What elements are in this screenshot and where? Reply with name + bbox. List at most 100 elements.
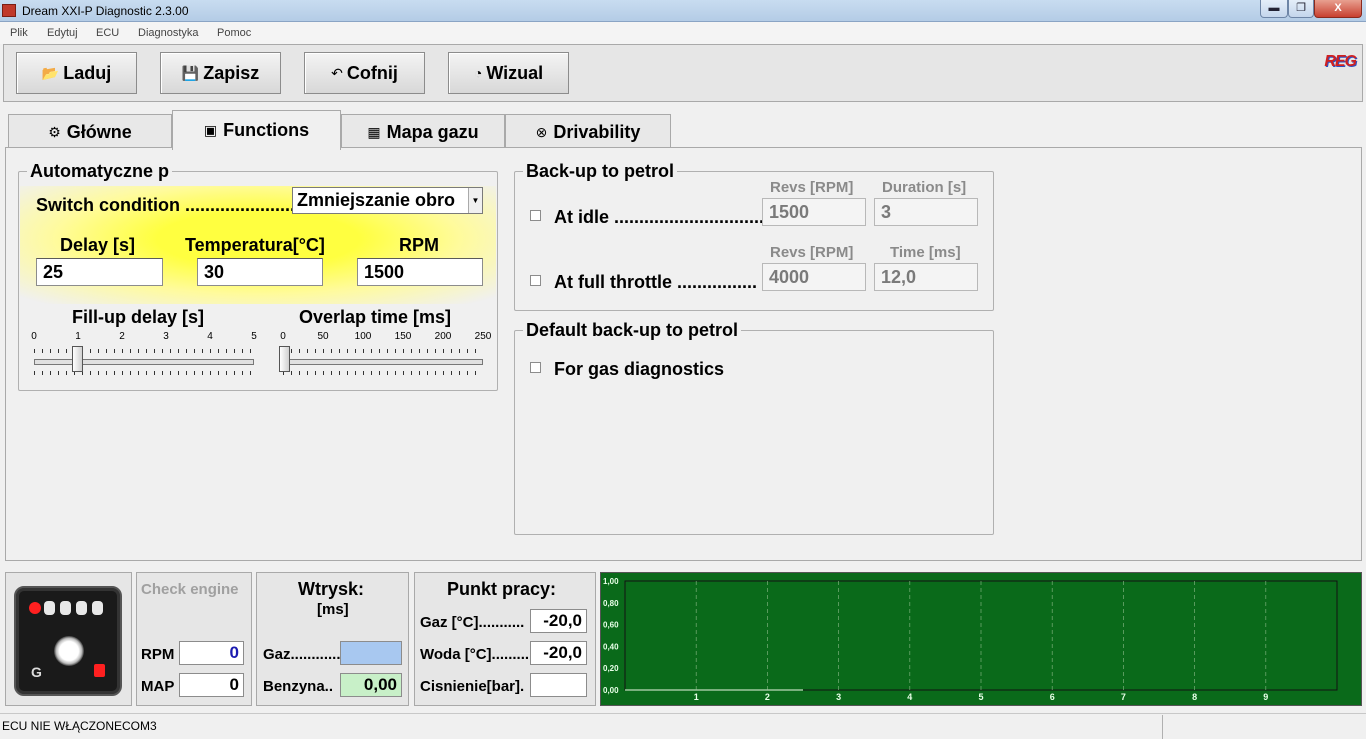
close-button[interactable]: X	[1314, 0, 1362, 18]
pressure-label: Cisnienie[bar].	[420, 678, 525, 695]
temperature-label: Temperatura[°C]	[185, 235, 325, 255]
at-idle-checkbox[interactable]	[530, 210, 541, 221]
group-title: Default back-up to petrol	[523, 320, 742, 341]
chevron-down-icon[interactable]: ▼	[468, 188, 482, 213]
injection-title: Wtrysk:	[298, 579, 365, 599]
full-throttle-checkbox[interactable]	[530, 275, 541, 286]
scale-label: 250	[474, 331, 492, 342]
overlap-time-slider[interactable]: 0 50 100 150 200 250	[279, 331, 491, 381]
y-tick-label: 0,80	[603, 599, 619, 608]
chip-icon: ▣	[203, 122, 218, 138]
switch-button-icon[interactable]	[54, 636, 84, 666]
gas-temp-field: -20,0	[530, 609, 587, 633]
rpm-status-field: 0	[179, 641, 244, 665]
slider-track	[34, 359, 254, 365]
gear-icon: ⚙	[48, 124, 61, 140]
scale-label: 2	[119, 331, 125, 342]
app-icon	[2, 4, 16, 17]
switch-condition-select[interactable]: Zmniejszanie obro ▼	[292, 187, 483, 214]
delay-label: Delay [s]	[60, 235, 136, 255]
window-title: Dream XXI-P Diagnostic 2.3.00	[22, 4, 189, 18]
idle-revs-field[interactable]: 1500	[762, 198, 866, 226]
gas-temp-label: Gaz [°C]...........	[420, 614, 525, 631]
gas-letter: G	[31, 664, 42, 680]
menu-pomoc[interactable]: Pomoc	[217, 27, 251, 39]
x-tick-label: 3	[836, 692, 841, 702]
scale-label: 1	[75, 331, 81, 342]
live-chart: 1 2 3 4 5 6 7 8 9 0,00 0,20 0,40 0,60 0,80 1,00	[600, 572, 1362, 706]
injection-unit: [ms]	[317, 601, 349, 618]
undo-icon: ↶	[331, 64, 343, 81]
tab-mapa-gazu[interactable]: ▦ Mapa gazu	[341, 114, 505, 150]
status-bar: ECU NIE WŁĄCZONECOM3	[0, 713, 1366, 739]
water-temp-label: Woda [°C].........	[420, 646, 530, 663]
water-temp-field: -20,0	[530, 641, 587, 665]
scale-label: 50	[317, 331, 329, 342]
full-time-field[interactable]: 12,0	[874, 263, 978, 291]
brand-logo: REG	[1324, 53, 1357, 70]
temperature-field[interactable]: 30	[197, 258, 323, 286]
menu-plik[interactable]: Plik	[10, 27, 28, 39]
delay-field[interactable]: 25	[36, 258, 163, 286]
x-tick-label: 7	[1121, 692, 1126, 702]
check-engine-label: Check engine	[141, 581, 239, 598]
scale-label: 3	[163, 331, 169, 342]
scale-label: 4	[207, 331, 213, 342]
petrol-injection-label: Benzyna..	[263, 678, 334, 695]
led-icon	[60, 601, 71, 615]
gas-diagnostics-checkbox[interactable]	[530, 362, 541, 373]
fill-up-delay-slider[interactable]: 0 1 2 3 4 5	[31, 331, 257, 381]
undo-button[interactable]: ↶ Cofnij	[304, 52, 425, 94]
y-tick-label: 1,00	[603, 577, 619, 586]
title-bar: Dream XXI-P Diagnostic 2.3.00 ▬ ❐ X	[0, 0, 1366, 22]
rpm-field[interactable]: 1500	[357, 258, 483, 286]
x-tick-label: 8	[1192, 692, 1197, 702]
x-tick-label: 6	[1050, 692, 1055, 702]
tab-strip: ⚙ Główne ▣ Functions ▦ Mapa gazu ⊗ Drivabili…	[8, 110, 1208, 150]
slider-track	[283, 359, 483, 365]
grid-icon: ▦	[367, 124, 381, 140]
x-tick-label: 5	[978, 692, 983, 702]
folder-icon: 📂	[41, 64, 60, 81]
load-button[interactable]: 📂 Laduj	[16, 52, 137, 94]
fill-scale: 0 1 2 3 4 5	[31, 331, 257, 343]
status-separator	[1162, 715, 1163, 739]
tab-drivability[interactable]: ⊗ Drivability	[505, 114, 671, 150]
full-revs-header: Revs [RPM]	[770, 244, 854, 261]
menu-diagnostyka[interactable]: Diagnostyka	[138, 27, 199, 39]
pressure-field	[530, 673, 587, 697]
overlap-scale: 0 50 100 150 200 250	[280, 331, 491, 343]
full-time-header: Time [ms]	[890, 244, 961, 261]
map-status-label: MAP	[141, 678, 175, 695]
slider-thumb[interactable]	[72, 346, 83, 372]
wheel-icon: ⊗	[535, 124, 548, 140]
idle-duration-field[interactable]: 3	[874, 198, 978, 226]
y-tick-label: 0,00	[603, 686, 619, 695]
scale-label: 0	[280, 331, 286, 342]
scale-label: 5	[251, 331, 257, 342]
led-icon	[44, 601, 55, 615]
tab-functions[interactable]: ▣ Functions	[172, 110, 341, 150]
group-title: Automatyczne p	[27, 161, 173, 182]
chart-svg: 1 2 3 4 5 6 7 8 9 0,00 0,20 0,40 0,60 0,80 1,00	[603, 577, 1338, 702]
full-revs-field[interactable]: 4000	[762, 263, 866, 291]
menu-edytuj[interactable]: Edytuj	[47, 27, 78, 39]
minimize-button[interactable]: ▬	[1260, 0, 1288, 18]
save-button[interactable]: 💾 Zapisz	[160, 52, 281, 94]
x-tick-label: 4	[907, 692, 912, 702]
group-title: Back-up to petrol	[523, 161, 678, 182]
idle-revs-header: Revs [RPM]	[770, 179, 854, 196]
visual-button[interactable]: ◔ Wizual	[448, 52, 569, 94]
scale-label: 0	[31, 331, 37, 342]
overlap-time-label: Overlap time [ms]	[299, 307, 452, 327]
map-status-field: 0	[179, 673, 244, 697]
fuel-pump-icon	[94, 664, 105, 677]
slider-thumb[interactable]	[279, 346, 290, 372]
menu-ecu[interactable]: ECU	[96, 27, 119, 39]
gauge-icon: ◔	[473, 65, 483, 81]
scale-label: 150	[394, 331, 412, 342]
idle-duration-header: Duration [s]	[882, 179, 967, 196]
status-text: ECU NIE WŁĄCZONECOM3	[2, 719, 157, 733]
tab-glowne[interactable]: ⚙ Główne	[8, 114, 172, 150]
maximize-button[interactable]: ❐	[1288, 0, 1314, 18]
